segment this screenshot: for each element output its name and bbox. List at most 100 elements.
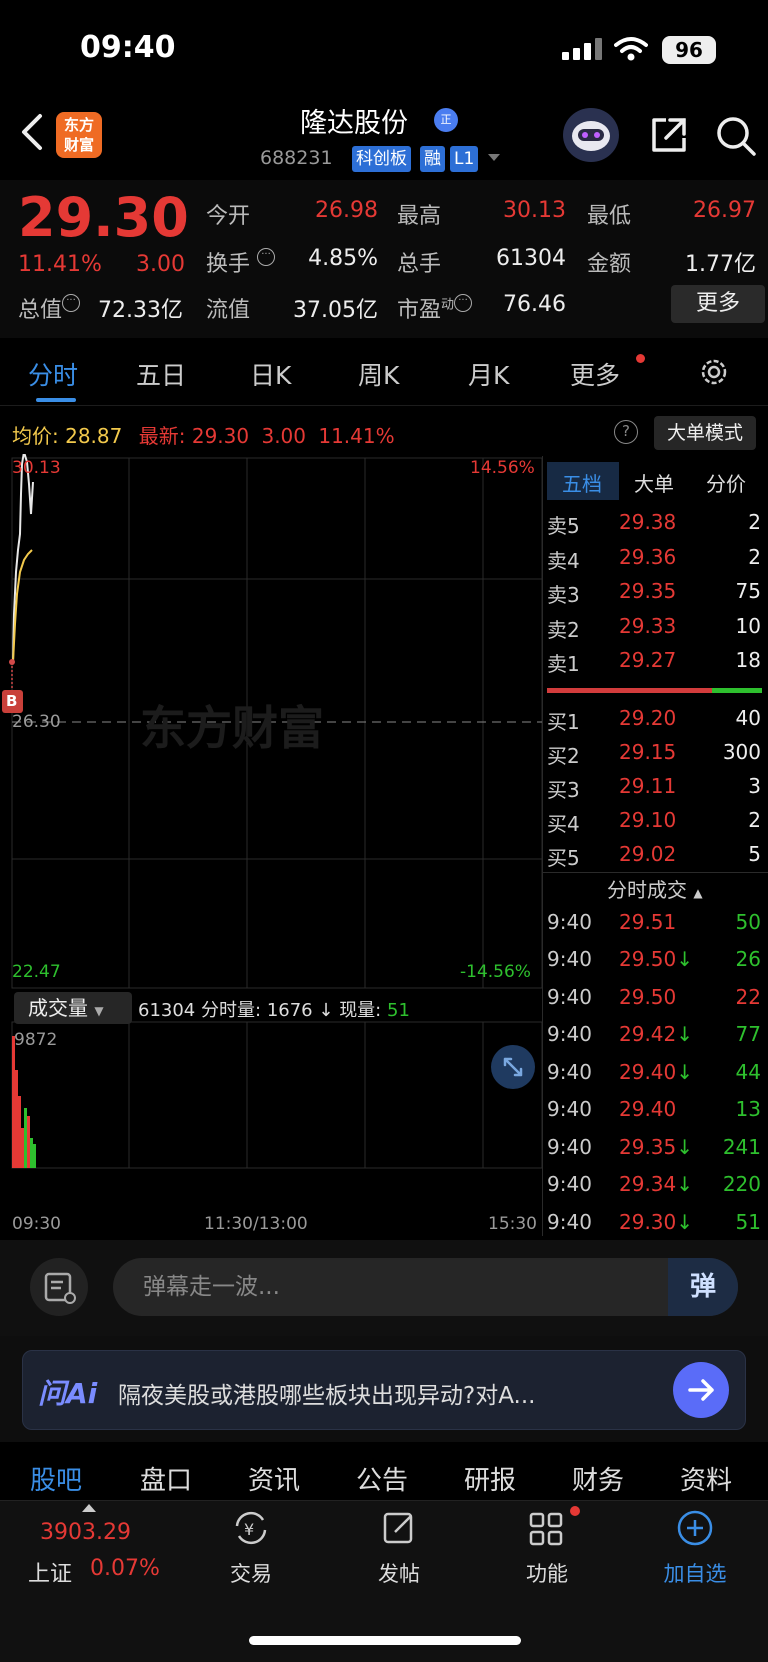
tab-announcements[interactable]: 公告 [356,1460,408,1497]
svg-text:¥: ¥ [244,1520,254,1539]
home-indicator[interactable] [249,1636,521,1645]
trade-icon: ¥ [235,1511,267,1545]
assistant-robot-icon[interactable] [563,108,619,162]
tab-price-distribution[interactable]: 分价 [706,468,746,497]
nav-trade[interactable]: ¥ 交易 [206,1508,296,1588]
tag-star-market: 科创板 [352,146,411,172]
caret-down-icon: ▼ [94,1004,104,1018]
tab-profile[interactable]: 资料 [680,1460,732,1497]
buy-marker-label: B [6,692,18,710]
intraday-chart[interactable]: 东方财富 [0,454,545,1234]
nav-post[interactable]: 发帖 [354,1508,444,1588]
change-amount: 3.00 [136,252,185,277]
info-dots-icon[interactable]: ··· [454,294,473,312]
nav-trade-label: 交易 [230,1562,272,1586]
avg-price-label: 均价: [12,424,59,448]
arrow-right-icon[interactable] [673,1362,729,1418]
index-value[interactable]: 3903.29 [40,1520,131,1545]
tab-intraday[interactable]: 分时 [28,356,78,392]
avg-price-value: 28.87 [65,424,123,448]
volume-max-label: 9872 [14,1030,58,1050]
tab-big-orders[interactable]: 大单 [634,468,674,497]
time-start-label: 09:30 [12,1214,61,1234]
prev-close-label: 26.30 [12,712,61,732]
stock-name: 隆达股份 [300,108,408,139]
float-cap-value: 37.05亿 [293,298,378,323]
expand-icon[interactable] [491,1045,535,1089]
nav-add-watchlist[interactable]: 加自选 [650,1508,740,1588]
current-volume-value: 51 [387,1000,410,1021]
danmu-input[interactable]: 弹幕走一波... [113,1258,738,1316]
info-dots-icon[interactable]: ··· [257,248,276,266]
nav-functions[interactable]: 功能 [502,1508,592,1588]
amount-label: 金额 [587,252,632,277]
settings-gear-icon[interactable] [698,356,730,392]
minute-volume-value: 1676 [266,1000,313,1021]
search-icon[interactable] [714,114,758,162]
tab-handicap[interactable]: 盘口 [140,1460,192,1497]
tab-forum[interactable]: 股吧 [30,1460,82,1497]
ai-prompt-text[interactable]: 隔夜美股或港股哪些板块出现异动?对A... [118,1376,535,1410]
change-percent: 11.41% [18,252,102,277]
index-name[interactable]: 上证 [28,1556,72,1588]
indicator-select[interactable]: 成交量 ▼ [14,992,132,1024]
danmu-settings-icon[interactable] [30,1258,88,1316]
indicator-select-label: 成交量 [28,996,88,1020]
price-line [12,454,34,663]
index-change-pct[interactable]: 0.07% [90,1556,160,1581]
tab-research[interactable]: 研报 [464,1460,516,1497]
more-button[interactable]: 更多 [671,285,765,323]
ai-logo: 问Ai [38,1377,98,1410]
help-icon[interactable]: ? [614,420,638,444]
back-button[interactable] [16,112,50,152]
buy-sell-ratio-bar [547,688,762,693]
caret-up-icon [82,1504,96,1512]
app-logo[interactable]: 东方 财富 [56,112,102,158]
caret-up-icon: ▲ [693,886,703,900]
price-summary-row: 均价: 28.87 最新: 29.30 3.00 11.41% [12,420,395,449]
low-pct-label: -14.56% [460,962,531,982]
tab-five-level[interactable]: 五档 [562,468,602,497]
divider [542,456,543,1236]
volume-value: 61304 [496,246,566,271]
float-cap-label: 流值 [206,298,251,323]
low-label: 最低 [587,204,632,229]
tab-news[interactable]: 资讯 [248,1460,300,1497]
nav-add-watchlist-label: 加自选 [663,1562,727,1586]
tick-trades-header[interactable]: 分时成交 ▲ [607,874,703,903]
volume-info: 61304 分时量: 1676 ↓ 现量: 51 [138,996,410,1022]
tab-monthly-k[interactable]: 月K [468,356,509,392]
stock-code: 688231 [260,147,333,169]
nav-functions-label: 功能 [526,1562,568,1586]
pe-value: 76.46 [503,292,566,317]
open-value: 26.98 [315,198,378,223]
danmu-toggle-button[interactable]: 弹 [668,1258,738,1316]
chevron-down-icon[interactable] [488,154,500,161]
tab-weekly-k[interactable]: 周K [358,356,399,392]
amount-value: 1.77亿 [685,252,756,277]
high-label: 最高 [397,204,442,229]
down-arrow-icon: ↓ [318,1000,334,1021]
open-label: 今开 [206,204,251,229]
high-pct-label: 14.56% [470,458,535,478]
tag-level: L1 [450,146,479,172]
pe-label: 市盈动 ··· [397,292,473,324]
info-dots-icon[interactable]: ··· [62,294,81,312]
latest-pct: 11.41% [318,424,395,448]
turnover-label: 换手 ··· [206,246,276,278]
share-icon[interactable] [648,114,690,160]
big-order-mode-button[interactable]: 大单模式 [654,416,756,450]
tab-finance[interactable]: 财务 [572,1460,624,1497]
battery-indicator: 96 [662,36,716,64]
tab-five-day[interactable]: 五日 [136,356,186,392]
minute-volume-label: 分时量: [201,1000,262,1021]
active-tab-indicator [36,398,76,402]
tab-daily-k[interactable]: 日K [250,356,291,392]
high-value: 30.13 [503,198,566,223]
add-circle-icon [677,1510,713,1546]
signal-icon [562,38,606,64]
tag-margin: 融 [420,146,445,172]
notification-dot [570,1506,580,1516]
tab-more[interactable]: 更多 [570,356,620,392]
time-mid-label: 11:30/13:00 [204,1214,308,1234]
